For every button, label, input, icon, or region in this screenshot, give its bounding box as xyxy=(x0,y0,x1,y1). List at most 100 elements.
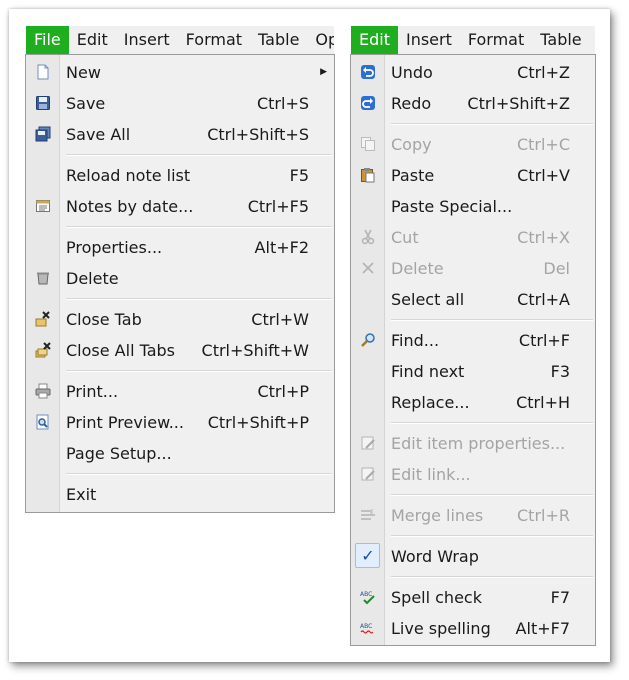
menu-item-delete: Delete Del xyxy=(351,253,595,284)
menu-item-exit[interactable]: Exit xyxy=(26,479,334,510)
menu-item-shortcut: Ctrl+Shift+P xyxy=(207,413,309,432)
checkmark-icon: ✓ xyxy=(361,546,375,565)
menu-item-replace[interactable]: Replace... Ctrl+H xyxy=(351,387,595,418)
menu-item-label: Edit item properties... xyxy=(391,434,566,453)
menu-item-shortcut: Ctrl+W xyxy=(251,310,309,329)
menu-item-spell-check[interactable]: ABC Spell check F7 xyxy=(351,582,595,613)
svg-text:ABC: ABC xyxy=(360,623,372,630)
menu-item-label: Spell check xyxy=(391,588,482,607)
menubar-edit[interactable]: Edit xyxy=(69,26,116,54)
menu-separator xyxy=(391,494,593,496)
menu-item-shortcut: Ctrl+H xyxy=(516,393,570,412)
menu-item-shortcut: Ctrl+Shift+W xyxy=(201,341,309,360)
menu-item-label: Redo xyxy=(391,94,432,113)
menu-item-reload-note-list[interactable]: Reload note list F5 xyxy=(26,160,334,191)
close-all-tabs-icon xyxy=(35,342,51,358)
file-menubar: FileEditInsertFormatTableOpt xyxy=(26,26,334,54)
menu-item-close-all-tabs[interactable]: Close All Tabs Ctrl+Shift+W xyxy=(26,335,334,366)
new-document-icon xyxy=(35,64,51,80)
menu-item-label: Cut xyxy=(391,228,419,247)
menu-item-label: Merge lines xyxy=(391,506,484,525)
save-disk-icon xyxy=(35,95,51,111)
menu-item-delete[interactable]: Delete xyxy=(26,263,334,294)
menu-item-label: Notes by date... xyxy=(66,197,194,216)
menu-item-shortcut: F7 xyxy=(550,588,570,607)
menu-item-paste-special[interactable]: Paste Special... xyxy=(351,191,595,222)
menu-item-merge-lines: Merge lines Ctrl+R xyxy=(351,500,595,531)
menu-item-edit-link: Edit link... xyxy=(351,459,595,490)
menubar-table[interactable]: Table xyxy=(250,26,307,54)
menu-item-shortcut: F3 xyxy=(550,362,570,381)
menu-item-new[interactable]: New ▶ xyxy=(26,57,334,88)
menu-item-print[interactable]: Print... Ctrl+P xyxy=(26,376,334,407)
menu-item-redo[interactable]: Redo Ctrl+Shift+Z xyxy=(351,88,595,119)
printer-icon xyxy=(35,383,51,399)
menubar-file[interactable]: File xyxy=(26,26,69,54)
menu-item-find[interactable]: Find... Ctrl+F xyxy=(351,325,595,356)
paste-icon xyxy=(360,167,376,183)
calendar-icon xyxy=(35,198,51,214)
menu-item-live-spelling[interactable]: ABC Live spelling Alt+F7 xyxy=(351,613,595,644)
delete-x-icon xyxy=(360,260,376,276)
menu-item-label: Copy xyxy=(391,135,432,154)
menubar-table[interactable]: Table xyxy=(532,26,589,54)
menu-item-shortcut: Ctrl+Shift+Z xyxy=(467,94,570,113)
menu-item-label: Reload note list xyxy=(66,166,191,185)
menu-item-paste[interactable]: Paste Ctrl+V xyxy=(351,160,595,191)
file-dropdown-menu: New ▶ Save Ctrl+S Save All Ctrl+Shift+S Reload… xyxy=(25,54,335,513)
menu-item-label: Close Tab xyxy=(66,310,142,329)
submenu-arrow-icon: ▶ xyxy=(320,67,327,77)
menu-item-shortcut: Ctrl+X xyxy=(517,228,570,247)
close-tab-icon xyxy=(35,311,51,327)
menu-separator xyxy=(66,154,332,156)
menu-item-shortcut: Ctrl+F5 xyxy=(247,197,309,216)
svg-text:ABC: ABC xyxy=(360,591,372,598)
menu-item-page-setup[interactable]: Page Setup... xyxy=(26,438,334,469)
menu-item-label: Delete xyxy=(66,269,119,288)
menu-item-label: Paste Special... xyxy=(391,197,513,216)
menu-item-notes-by-date[interactable]: Notes by date... Ctrl+F5 xyxy=(26,191,334,222)
menu-item-shortcut: Ctrl+Shift+S xyxy=(207,125,309,144)
menu-item-copy: Copy Ctrl+C xyxy=(351,129,595,160)
menubar-opt[interactable]: Opt xyxy=(307,26,334,54)
menu-item-shortcut: Alt+F7 xyxy=(515,619,570,638)
menu-item-label: Edit link... xyxy=(391,465,471,484)
menu-item-word-wrap[interactable]: ✓ Word Wrap xyxy=(351,541,595,572)
scissors-icon xyxy=(360,229,376,245)
edit-properties-icon xyxy=(360,435,376,451)
save-all-icon xyxy=(35,126,51,142)
menu-item-save-all[interactable]: Save All Ctrl+Shift+S xyxy=(26,119,334,150)
menu-separator xyxy=(66,473,332,475)
menubar-format[interactable]: Format xyxy=(178,26,250,54)
menubar-edit[interactable]: Edit xyxy=(351,26,398,54)
menu-item-label: Page Setup... xyxy=(66,444,172,463)
menu-item-select-all[interactable]: Select all Ctrl+A xyxy=(351,284,595,315)
menu-item-edit-item-properties: Edit item properties... xyxy=(351,428,595,459)
menu-item-shortcut: Ctrl+Z xyxy=(517,63,570,82)
menu-separator xyxy=(66,370,332,372)
menubar-format[interactable]: Format xyxy=(460,26,532,54)
menu-item-label: Print Preview... xyxy=(66,413,184,432)
menubar-insert[interactable]: Insert xyxy=(116,26,178,54)
menu-item-save[interactable]: Save Ctrl+S xyxy=(26,88,334,119)
menubar-insert[interactable]: Insert xyxy=(398,26,460,54)
menu-item-shortcut: Ctrl+R xyxy=(517,506,570,525)
menu-item-label: Select all xyxy=(391,290,465,309)
menu-separator xyxy=(391,576,593,578)
menu-item-properties[interactable]: Properties... Alt+F2 xyxy=(26,232,334,263)
edit-link-icon xyxy=(360,466,376,482)
menu-separator xyxy=(66,226,332,228)
menu-item-shortcut: Ctrl+S xyxy=(256,94,309,113)
menu-item-label: Word Wrap xyxy=(391,547,479,566)
menu-item-label: Undo xyxy=(391,63,433,82)
menu-item-find-next[interactable]: Find next F3 xyxy=(351,356,595,387)
menubar-o[interactable]: O xyxy=(590,26,595,54)
menu-item-undo[interactable]: Undo Ctrl+Z xyxy=(351,57,595,88)
magnifier-icon xyxy=(360,332,376,348)
menu-item-shortcut: Del xyxy=(543,259,570,278)
menu-separator xyxy=(391,319,593,321)
print-preview-icon xyxy=(35,414,51,430)
menu-item-close-tab[interactable]: Close Tab Ctrl+W xyxy=(26,304,334,335)
menu-item-shortcut: Alt+F2 xyxy=(254,238,309,257)
menu-item-print-preview[interactable]: Print Preview... Ctrl+Shift+P xyxy=(26,407,334,438)
